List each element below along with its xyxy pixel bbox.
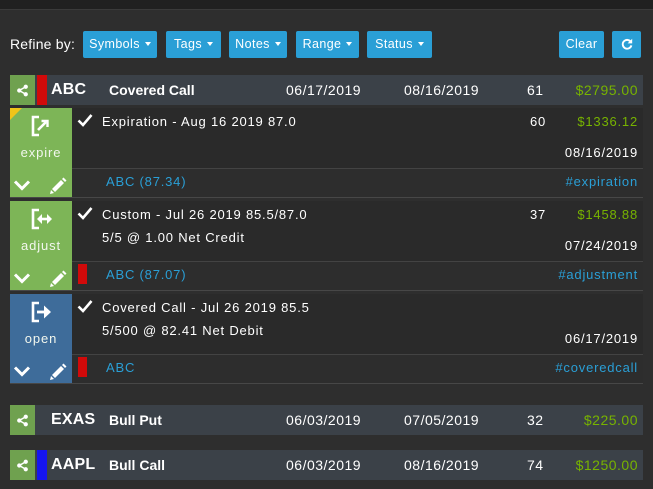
position-strategy: Bull Call bbox=[109, 457, 166, 473]
position-close-date: 08/16/2019 bbox=[404, 457, 480, 473]
trade-detail: 5/500 @ 82.41 Net Debit bbox=[102, 323, 264, 338]
position-pnl: $225.00 bbox=[583, 412, 638, 428]
refresh-icon bbox=[621, 38, 632, 50]
position-symbol: EXAS bbox=[51, 411, 96, 428]
symbol-color-marker bbox=[78, 357, 87, 377]
pencil-icon[interactable] bbox=[48, 176, 68, 194]
underlying-link[interactable]: ABC bbox=[106, 360, 135, 376]
trade-footer: ABC (87.07) #adjustment bbox=[72, 261, 643, 290]
caret-down-icon bbox=[417, 41, 424, 46]
trade-action-box: adjust bbox=[10, 201, 72, 290]
trade-date: 06/17/2019 bbox=[564, 331, 638, 346]
trade-action-label: adjust bbox=[20, 238, 62, 253]
expire-icon bbox=[31, 115, 49, 137]
trade-date: 07/24/2019 bbox=[564, 238, 638, 253]
trade-entry: adjust Custom - Jul 26 2019 85.5/87.0 5/… bbox=[10, 201, 643, 291]
check-icon bbox=[77, 300, 93, 313]
trade-pnl: $1458.88 bbox=[577, 207, 638, 222]
refresh-button[interactable] bbox=[612, 31, 641, 58]
position-row[interactable]: ABC Covered Call 06/17/2019 08/16/2019 6… bbox=[10, 75, 643, 105]
trade-title: Expiration - Aug 16 2019 87.0 bbox=[102, 114, 297, 129]
dropdown-label: Notes bbox=[235, 37, 270, 51]
position-strategy: Covered Call bbox=[109, 82, 195, 98]
tag-link[interactable]: #coveredcall bbox=[555, 360, 638, 376]
pencil-icon[interactable] bbox=[48, 362, 68, 380]
caret-down-icon bbox=[274, 41, 281, 46]
position-close-date: 07/05/2019 bbox=[404, 412, 480, 428]
position-days: 61 bbox=[527, 82, 544, 98]
adjust-icon bbox=[31, 208, 52, 230]
position-color-bar bbox=[37, 405, 47, 435]
tag-link[interactable]: #expiration bbox=[566, 174, 638, 190]
trade-detail: 5/5 @ 1.00 Net Credit bbox=[102, 230, 245, 245]
trade-pnl: $1336.12 bbox=[577, 114, 638, 129]
position-days: 32 bbox=[527, 412, 544, 428]
chevron-down-icon[interactable] bbox=[13, 177, 31, 193]
position-color-bar bbox=[37, 75, 47, 105]
trade-action-label: expire bbox=[20, 145, 62, 160]
refine-label: Refine by: bbox=[10, 36, 76, 52]
trade-action-label: open bbox=[24, 331, 58, 346]
position-open-date: 06/17/2019 bbox=[286, 82, 362, 98]
top-bar bbox=[0, 0, 653, 10]
symbols-filter-dropdown[interactable]: Symbols bbox=[83, 31, 157, 58]
underlying-link[interactable]: ABC (87.07) bbox=[106, 267, 186, 283]
notes-filter-dropdown[interactable]: Notes bbox=[229, 31, 287, 58]
position-pnl: $2795.00 bbox=[575, 82, 638, 98]
dropdown-label: Symbols bbox=[89, 37, 140, 51]
position-close-date: 08/16/2019 bbox=[404, 82, 480, 98]
position-open-date: 06/03/2019 bbox=[286, 412, 362, 428]
chevron-down-icon[interactable] bbox=[13, 363, 31, 379]
tag-link[interactable]: #adjustment bbox=[558, 267, 638, 283]
dropdown-label: Range bbox=[302, 37, 342, 51]
trade-title: Covered Call - Jul 26 2019 85.5 bbox=[102, 300, 310, 315]
clear-label: Clear bbox=[565, 37, 598, 51]
share-button[interactable] bbox=[10, 450, 35, 480]
chevron-down-icon[interactable] bbox=[13, 270, 31, 286]
trade-footer: ABC (87.34) #expiration bbox=[72, 168, 643, 197]
position-symbol: ABC bbox=[51, 81, 87, 98]
trade-days: 60 bbox=[530, 114, 547, 129]
range-filter-dropdown[interactable]: Range bbox=[296, 31, 359, 58]
position-color-bar bbox=[37, 450, 47, 480]
check-icon bbox=[77, 207, 93, 220]
trade-footer: ABC #coveredcall bbox=[72, 354, 643, 383]
position-strategy: Bull Put bbox=[109, 412, 162, 428]
trade-action-box: open bbox=[10, 294, 72, 383]
position-days: 74 bbox=[527, 457, 544, 473]
position-pnl: $1250.00 bbox=[575, 457, 638, 473]
dropdown-label: Tags bbox=[173, 37, 202, 51]
dropdown-label: Status bbox=[375, 37, 413, 51]
trade-title: Custom - Jul 26 2019 85.5/87.0 bbox=[102, 207, 308, 222]
clear-button[interactable]: Clear bbox=[559, 31, 604, 58]
share-icon bbox=[17, 84, 28, 96]
trade-entry: open Covered Call - Jul 26 2019 85.5 5/5… bbox=[10, 294, 643, 384]
pencil-icon[interactable] bbox=[48, 269, 68, 287]
share-button[interactable] bbox=[10, 75, 35, 105]
caret-down-icon bbox=[144, 41, 151, 46]
position-row[interactable]: AAPL Bull Call 06/03/2019 08/16/2019 74 … bbox=[10, 450, 643, 480]
check-icon bbox=[77, 114, 93, 127]
flag-corner bbox=[10, 108, 22, 120]
position-open-date: 06/03/2019 bbox=[286, 457, 362, 473]
tags-filter-dropdown[interactable]: Tags bbox=[166, 31, 221, 58]
caret-down-icon bbox=[207, 41, 213, 46]
trade-journal-app: Refine by: Symbols Tags Notes Range Stat… bbox=[0, 0, 653, 489]
underlying-link[interactable]: ABC (87.34) bbox=[106, 174, 186, 190]
share-button[interactable] bbox=[10, 405, 35, 435]
caret-down-icon bbox=[346, 41, 353, 46]
share-icon bbox=[17, 459, 28, 471]
position-symbol: AAPL bbox=[51, 456, 96, 473]
open-icon bbox=[31, 301, 51, 323]
position-row[interactable]: EXAS Bull Put 06/03/2019 07/05/2019 32 $… bbox=[10, 405, 643, 435]
share-icon bbox=[17, 414, 28, 426]
trade-entry: expire Expiration - Aug 16 2019 87.0 60 … bbox=[10, 108, 643, 198]
symbol-color-marker bbox=[78, 264, 87, 284]
trade-days: 37 bbox=[530, 207, 547, 222]
status-filter-dropdown[interactable]: Status bbox=[367, 31, 432, 58]
trade-date: 08/16/2019 bbox=[564, 145, 638, 160]
trade-action-box: expire bbox=[10, 108, 72, 197]
